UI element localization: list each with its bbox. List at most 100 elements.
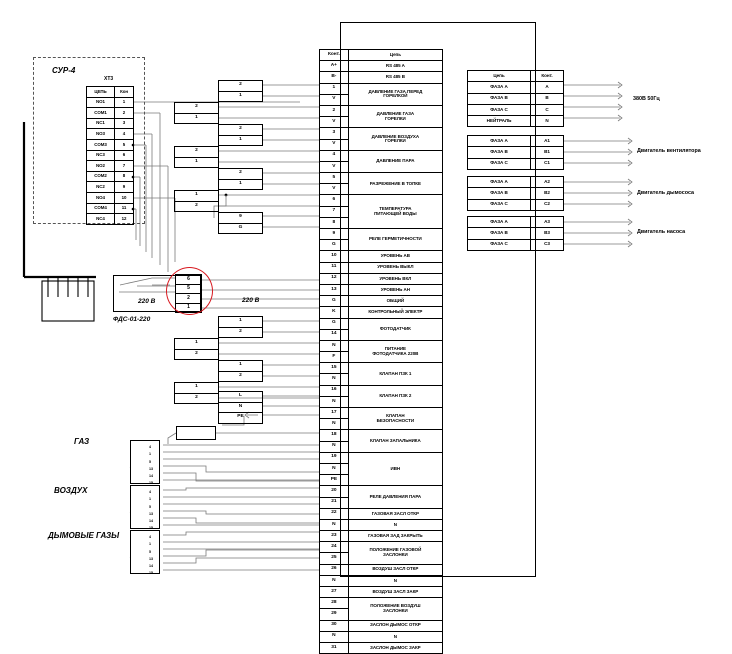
power-contact-cell: C: [530, 103, 564, 117]
xt3-circuit-cell: NC3: [86, 149, 115, 162]
power-circuit-cell: ФАЗА B: [467, 227, 531, 240]
sensor-terminal-0: 21: [218, 80, 263, 102]
main-row: K КОНТРОЛЬНЫЙ ЭЛЕКТР: [319, 306, 444, 319]
valve-terminal-pin-1: 1: [174, 338, 219, 350]
xt3-row: NC3 6: [86, 149, 134, 162]
valve-terminal-pin-1: 1: [218, 360, 263, 372]
main-contact-cell: N: [319, 630, 349, 643]
xt3-row: NC4 12: [86, 213, 134, 225]
sensor-terminal-row: 1: [218, 178, 263, 190]
power-circuit-cell: ФАЗА A: [467, 175, 531, 189]
actuator-pin-14: 14: [149, 564, 153, 568]
main-contact-cell: G: [319, 295, 349, 308]
main-circuit-cell: ОБЩИЙ: [347, 295, 444, 308]
sensor-terminal-pin-bottom: 1: [174, 156, 219, 168]
main-contact-cell: 19: [319, 451, 349, 464]
main-circuit-cell: RS 485 A: [347, 60, 444, 73]
xt3-contact-cell: 4: [114, 128, 134, 140]
xt3-contact-cell: 5: [114, 138, 134, 151]
sensor-terminal-pin-bottom: 1: [218, 90, 263, 102]
sensor-terminal-row: 1: [174, 112, 219, 124]
sensor-terminal-pin-bottom: 2: [174, 200, 219, 212]
main-row: 23 ГАЗОВАЯ ЗАД ЗАКРЫТЬ: [319, 530, 444, 543]
main-circuit-cell: КЛАПАН ПЗК 1: [347, 362, 444, 386]
main-contact-cell: 13: [319, 283, 349, 297]
main-circuit-cell: N: [347, 574, 444, 588]
main-contact-cell: 16: [319, 384, 349, 397]
sensor-terminal-row: 1: [174, 190, 219, 202]
main-circuit-cell: ДАВЛЕНИЕ ГАЗА ПЕРЕД ГОРЕЛКОЙ: [347, 82, 444, 106]
valve-terminal-row: 1: [174, 338, 219, 350]
main-contact-cell: N: [319, 418, 349, 431]
main-contact-cell: 24: [319, 541, 349, 554]
sensor-terminal-row: 2: [218, 168, 263, 180]
main-row: G ФОТОДАТЧИК: [319, 317, 444, 341]
actuator-pin-14: 14: [149, 474, 153, 478]
valve-terminal-pin-2: 2: [174, 392, 219, 404]
xt3-row: NC2 9: [86, 181, 134, 193]
main-row: 17 КЛАПАН БЕЗОПАСНОСТИ: [319, 406, 444, 431]
sensor-terminal-pin-top: 2: [218, 80, 263, 92]
xt3-row: NO2 7: [86, 160, 134, 172]
valve-terminal-row: PE: [218, 412, 263, 424]
power-contact-cell: B: [530, 92, 564, 105]
sensor-terminal-pin-top: 2: [218, 124, 263, 136]
power-circuit-cell: ФАЗА B: [467, 92, 531, 105]
actuator-body-2: 4 1 5 13 14 15: [130, 530, 160, 575]
main-circuit-cell: УРОВЕНЬ АВ: [347, 250, 444, 263]
power-contact-cell: C2: [530, 198, 564, 211]
actuator-pin-15: 15: [149, 571, 153, 575]
main-row: A+ RS 485 A: [319, 60, 444, 73]
main-circuit-cell: ФОТОДАТЧИК: [347, 317, 444, 341]
xt3-circuit-cell: COM1: [86, 107, 115, 119]
sensor-terminal-row: 9: [218, 212, 263, 224]
xt3-label: XT3: [104, 76, 114, 82]
xt3-row: COM3 5: [86, 138, 134, 151]
main-contact-cell: 29: [319, 608, 349, 621]
xt3-row: COM1 2: [86, 107, 134, 119]
actuator-pin-4: 4: [149, 445, 151, 449]
main-row: NN: [319, 630, 444, 643]
main-row: 11 УРОВЕНЬ ВЫКЛ: [319, 261, 444, 274]
main-contact-cell: K: [319, 306, 349, 319]
valve-terminal-row: 1: [218, 360, 263, 372]
sensor-terminal-pin-top: 2: [218, 168, 263, 180]
main-contact-cell: 17: [319, 406, 349, 420]
main-header-contact: Конт.: [319, 48, 349, 62]
actuator-pin-1: 1: [149, 497, 151, 501]
main-row: 10 УРОВЕНЬ АВ: [319, 250, 444, 263]
xt3-contact-cell: 9: [114, 181, 134, 193]
power-contact-cell: B3: [530, 227, 564, 240]
main-contact-cell: G: [319, 317, 349, 330]
main-contact-cell: 12: [319, 272, 349, 285]
xt3-circuit-cell: COM4: [86, 202, 115, 215]
main-row: 26 ВОЗДУШ ЗАСЛ ОТКР: [319, 563, 444, 576]
main-circuit-cell: ГАЗОВАЯ ЗАСЛ ОТКР: [347, 507, 444, 520]
valve-terminal-1: 12: [174, 338, 219, 360]
sensor-terminal-4: 21: [218, 168, 263, 190]
xt3-circuit-cell: NC2: [86, 181, 115, 193]
xt3-row: NC1 3: [86, 117, 134, 130]
main-circuit-cell: ИВН: [347, 451, 444, 487]
actuator-body-1: 4 1 5 13 14 15: [130, 485, 160, 530]
main-contact-cell: N: [319, 395, 349, 409]
main-row: NN: [319, 574, 444, 588]
valve-terminal-row: 2: [218, 326, 263, 338]
wiring-diagram-canvas: СУР-4 XT3 ЦЕПЬ Кон NO1 1 COM1 2 NC1 3 NO3 4 COM3 5 N…: [0, 0, 732, 654]
sur4-label: СУР-4: [52, 66, 76, 75]
main-row: 12 УРОВЕНЬ ВКЛ: [319, 272, 444, 285]
xt3-header-contact: Кон: [114, 86, 134, 98]
valve-terminal-2: 12: [218, 360, 263, 382]
highlight-ellipse: [166, 267, 213, 315]
main-contact-cell: 20: [319, 485, 349, 498]
main-circuit-cell: УРОВЕНЬ ВЫКЛ: [347, 261, 444, 274]
valve-terminal-pin-1: 1: [174, 382, 219, 394]
main-contact-cell: N: [319, 339, 349, 353]
power-header-contact: Конт.: [530, 69, 564, 83]
main-row: 15 КЛАПАН ПЗК 1: [319, 362, 444, 386]
power-contact-cell: C3: [530, 238, 564, 251]
main-contact-cell: 5: [319, 172, 349, 185]
smoke-exhauster-motor-label: Двигатель дымососа: [637, 190, 695, 196]
main-contact-cell: 15: [319, 362, 349, 375]
fds-label: ФДС-01-220: [113, 316, 151, 323]
